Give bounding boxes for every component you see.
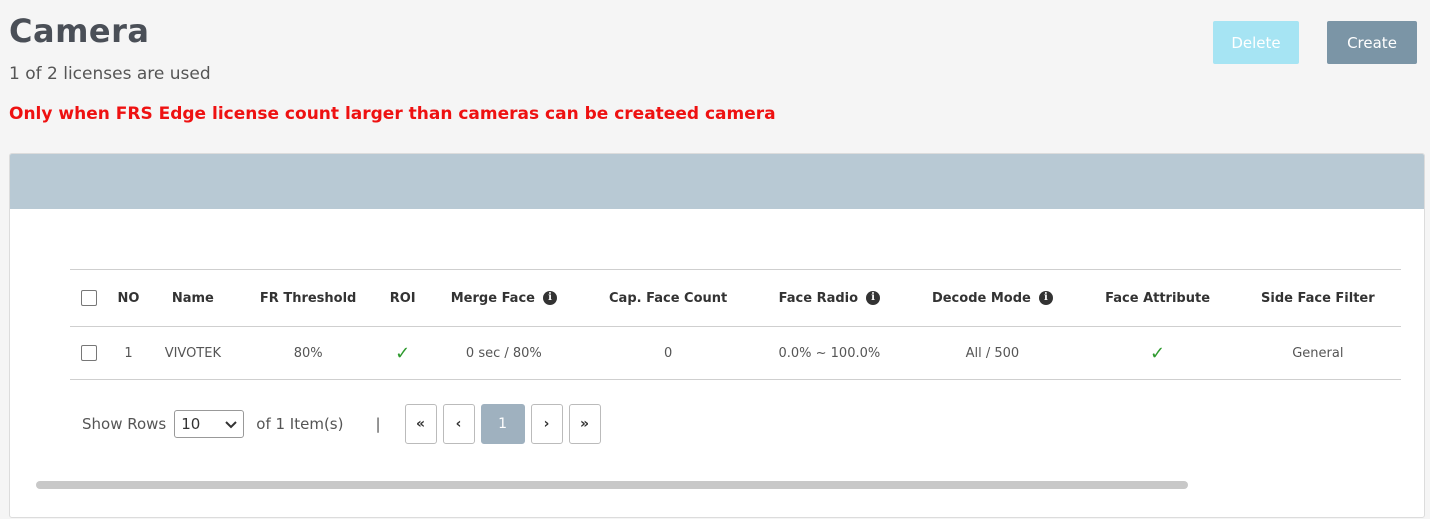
info-icon[interactable]: i <box>542 291 557 305</box>
current-page-button[interactable]: 1 <box>480 404 525 444</box>
panel-header <box>10 154 1424 209</box>
rows-per-page-value: 10 <box>181 415 201 433</box>
first-page-button[interactable]: « <box>404 404 437 444</box>
cell-side-face-filter: General <box>1234 326 1401 380</box>
info-icon[interactable]: i <box>1038 291 1053 305</box>
show-rows-label: Show Rows <box>82 415 167 433</box>
info-icon[interactable]: i <box>866 291 881 305</box>
row-select-cell <box>70 326 108 380</box>
column-header-fr-threshold[interactable]: FR Threshold <box>236 269 380 327</box>
decode-mode-label: Decode Mode <box>931 290 1031 306</box>
cell-cap-face-count: 0 <box>581 326 755 380</box>
item-count-text: of 1 Item(s) <box>256 415 344 433</box>
table-row[interactable]: 1 VIVOTEK 80% ✓ 0 sec / 80% 0 0.0% ~ 100… <box>70 326 1401 380</box>
cell-no: 1 <box>108 326 149 380</box>
horizontal-scrollbar[interactable] <box>36 481 1188 489</box>
check-icon: ✓ <box>1150 342 1166 364</box>
column-header-merge-face: Merge Face i <box>425 269 582 327</box>
camera-panel: NO Name FR Threshold ROI Merge Face i Cap… <box>9 153 1425 518</box>
chevron-down-icon <box>225 415 237 433</box>
rows-per-page-select[interactable]: 10 <box>174 410 245 438</box>
license-warning-text: Only when FRS Edge license count larger … <box>9 104 776 124</box>
row-checkbox[interactable] <box>81 345 97 361</box>
merge-face-label: Merge Face <box>450 290 535 306</box>
cell-roi: ✓ <box>379 326 426 380</box>
delete-button[interactable]: Delete <box>1213 21 1299 64</box>
cell-name: VIVOTEK <box>148 326 237 380</box>
check-icon: ✓ <box>395 342 411 364</box>
license-usage-text: 1 of 2 licenses are used <box>9 64 211 84</box>
cell-fr-threshold: 80% <box>236 326 380 380</box>
select-all-header <box>70 269 108 327</box>
camera-table: NO Name FR Threshold ROI Merge Face i Cap… <box>70 269 1401 380</box>
pagination-separator: | <box>375 415 381 433</box>
cell-face-attribute: ✓ <box>1080 326 1235 380</box>
prev-page-button[interactable]: ‹ <box>442 404 475 444</box>
face-radio-label: Face Radio <box>778 290 859 306</box>
column-header-face-radio: Face Radio i <box>754 269 905 327</box>
table-header-row: NO Name FR Threshold ROI Merge Face i Cap… <box>70 269 1401 327</box>
page-title: Camera <box>9 12 150 50</box>
cell-face-radio: 0.0% ~ 100.0% <box>754 326 905 380</box>
column-header-no[interactable]: NO <box>108 269 149 327</box>
cell-merge-face: 0 sec / 80% <box>425 326 582 380</box>
last-page-button[interactable]: » <box>568 404 601 444</box>
cell-decode-mode: All / 500 <box>904 326 1081 380</box>
next-page-button[interactable]: › <box>530 404 563 444</box>
column-header-cap-face-count[interactable]: Cap. Face Count <box>581 269 755 327</box>
column-header-name[interactable]: Name <box>148 269 237 327</box>
select-all-checkbox[interactable] <box>81 290 97 306</box>
create-button[interactable]: Create <box>1327 21 1417 64</box>
column-header-face-attribute[interactable]: Face Attribute <box>1080 269 1235 327</box>
column-header-side-face-filter[interactable]: Side Face Filter <box>1234 269 1401 327</box>
pagination: Show Rows 10 of 1 Item(s) | « ‹ 1 › » <box>82 402 607 446</box>
column-header-decode-mode: Decode Mode i <box>904 269 1081 327</box>
column-header-roi[interactable]: ROI <box>379 269 426 327</box>
